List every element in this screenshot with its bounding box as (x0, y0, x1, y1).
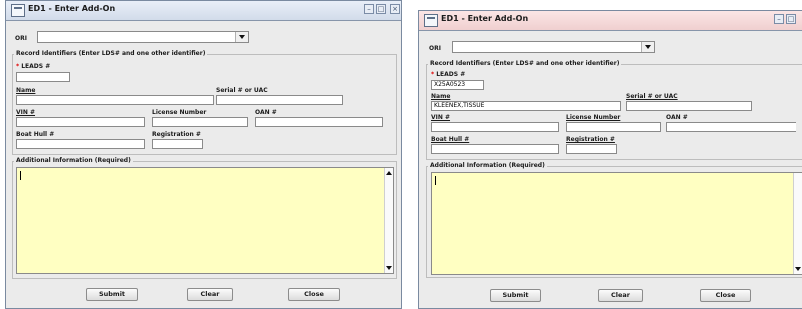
ori-select[interactable] (452, 41, 655, 53)
scroll-up-icon[interactable] (386, 171, 392, 175)
registration-input[interactable] (566, 144, 617, 154)
required-marker: * (431, 71, 435, 78)
scroll-down-icon[interactable] (795, 267, 801, 271)
vertical-scrollbar[interactable] (384, 168, 393, 273)
name-input[interactable] (16, 95, 214, 105)
serial-input[interactable] (216, 95, 343, 105)
right-client-area: ORI Record Identifiers (Enter LDS# and o… (419, 31, 802, 308)
left-titlebar[interactable]: ED1 - Enter Add-On – □ × (6, 1, 401, 21)
window-icon (424, 14, 438, 27)
scroll-down-icon[interactable] (386, 266, 392, 270)
left-client-area: ORI Record Identifiers (Enter LDS# and o… (6, 21, 401, 308)
ori-select[interactable] (37, 31, 249, 43)
chevron-down-icon[interactable] (641, 42, 654, 52)
additional-info-title: Additional Information (Required) (14, 157, 133, 164)
required-marker: * (16, 63, 20, 70)
boat-hull-label: Boat Hull # (16, 131, 55, 138)
vertical-scrollbar[interactable] (793, 173, 802, 274)
additional-info-title: Additional Information (Required) (428, 162, 547, 169)
additional-info-textarea[interactable] (16, 167, 394, 274)
text-cursor (435, 176, 436, 185)
ori-label: ORI (429, 45, 441, 52)
leads-label: * LEADS # (16, 63, 50, 70)
additional-info-textarea[interactable] (431, 172, 802, 275)
ori-label: ORI (15, 35, 27, 42)
minimize-button[interactable]: – (774, 14, 784, 24)
license-label: License Number (566, 114, 621, 121)
window-title: ED1 - Enter Add-On (441, 14, 529, 23)
boat-hull-input[interactable] (16, 139, 145, 149)
close-window-button[interactable]: × (390, 4, 400, 14)
leads-label: * LEADS # (431, 71, 465, 78)
chevron-down-icon[interactable] (235, 32, 248, 42)
submit-button[interactable]: Submit (490, 289, 541, 302)
vin-label: VIN # (16, 109, 36, 116)
window-icon (11, 4, 25, 17)
vin-input[interactable] (16, 117, 145, 127)
record-identifiers-title: Record Identifiers (Enter LDS# and one o… (428, 60, 622, 67)
vin-label: VIN # (431, 114, 451, 121)
registration-label: Registration # (152, 131, 201, 138)
name-label: Name (16, 87, 36, 94)
oan-label: OAN # (666, 114, 688, 121)
registration-label: Registration # (566, 136, 615, 143)
close-button[interactable]: Close (700, 289, 751, 302)
window-title: ED1 - Enter Add-On (28, 4, 116, 13)
license-label: License Number (152, 109, 207, 116)
right-dialog-window: ED1 - Enter Add-On – □ ORI Record Identi… (418, 10, 802, 309)
close-button[interactable]: Close (288, 288, 340, 301)
oan-input[interactable] (255, 117, 383, 127)
right-titlebar[interactable]: ED1 - Enter Add-On – □ (419, 11, 802, 31)
serial-input[interactable] (626, 101, 752, 111)
boat-hull-input[interactable] (431, 144, 559, 154)
leads-input[interactable] (16, 72, 70, 82)
left-dialog-window: ED1 - Enter Add-On – □ × ORI Record Iden… (5, 0, 402, 309)
clear-button[interactable]: Clear (187, 288, 233, 301)
record-identifiers-title: Record Identifiers (Enter LDS# and one o… (14, 50, 208, 57)
oan-input[interactable] (666, 122, 796, 132)
license-input[interactable] (566, 122, 661, 132)
serial-label: Serial # or UAC (626, 93, 678, 100)
name-label: Name (431, 93, 451, 100)
registration-input[interactable] (152, 139, 203, 149)
maximize-button[interactable]: □ (376, 4, 386, 14)
leads-input[interactable]: X25A0523 (431, 80, 484, 90)
leads-label-text: LEADS # (21, 63, 51, 70)
name-input[interactable]: KLEENEX,TISSUE (431, 101, 621, 111)
minimize-button[interactable]: – (364, 4, 374, 14)
vin-input[interactable] (431, 122, 559, 132)
license-input[interactable] (152, 117, 248, 127)
boat-hull-label: Boat Hull # (431, 136, 470, 143)
maximize-button[interactable]: □ (786, 14, 796, 24)
serial-label: Serial # or UAC (216, 87, 268, 94)
leads-label-text: LEADS # (436, 71, 466, 78)
oan-label: OAN # (255, 109, 277, 116)
clear-button[interactable]: Clear (598, 289, 643, 302)
text-cursor (20, 171, 21, 180)
submit-button[interactable]: Submit (86, 288, 138, 301)
